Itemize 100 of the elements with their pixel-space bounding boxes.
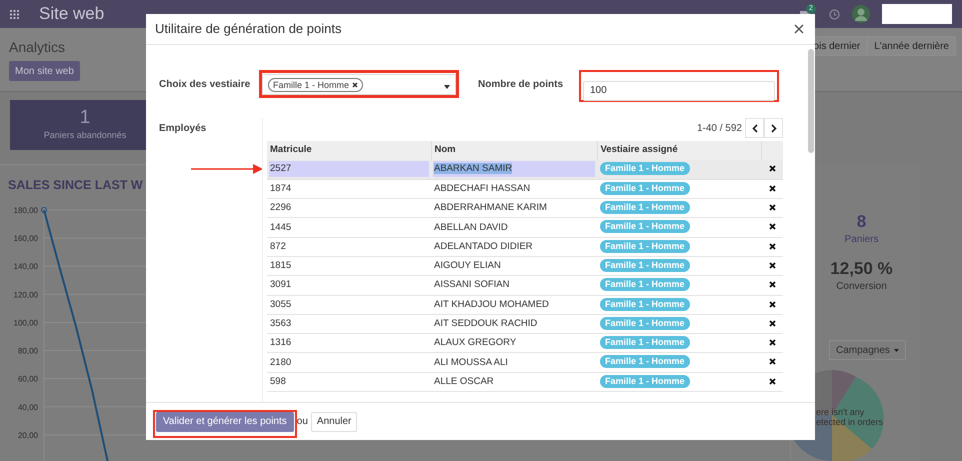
delete-icon[interactable]: [768, 262, 776, 269]
table-row[interactable]: 598 ALLE OSCAR Famille 1 - Homme: [267, 372, 783, 392]
app-title: Site web: [39, 3, 106, 26]
table-row[interactable]: 2527 ABARKAN SAMIR Famille 1 - Homme: [267, 160, 783, 180]
table-cell-text: 1874: [269, 182, 292, 196]
table-cell-text: AISSANI SOFIAN: [433, 278, 510, 292]
avatar-icon[interactable]: [852, 5, 870, 23]
website-button[interactable]: Mon site web: [9, 61, 80, 81]
vestiaire-tag: Famille 1 - Homme: [600, 201, 690, 214]
dialog-title: Utilitaire de génération de points: [155, 20, 342, 38]
axis-tick-label: 160,00: [14, 234, 38, 244]
submit-button[interactable]: Valider et générer les points: [156, 412, 294, 432]
axis-tick-label: 80,00: [18, 346, 38, 356]
axis-tick-label: 20,00: [18, 430, 38, 440]
or-text: ou: [296, 415, 308, 429]
vestiaire-tag: Famille 1 - Homme: [600, 298, 690, 311]
delete-icon[interactable]: [768, 320, 776, 327]
stat-value: 1: [80, 107, 90, 130]
axis-tick-label: 120,00: [14, 290, 38, 300]
previous-button[interactable]: [745, 118, 764, 138]
clock-icon[interactable]: [829, 8, 840, 20]
table-cell: 2527: [269, 161, 429, 178]
caret-icon: [894, 348, 899, 352]
vestiaire-tag: Famille 1 - Homme: [600, 336, 690, 350]
data-point: [41, 207, 47, 213]
summary-label: Paniers: [844, 233, 878, 247]
delete-icon[interactable]: [768, 281, 776, 288]
vestiaire-tag: Famille 1 - Homme: [600, 162, 690, 176]
pie-message: ere isn't any: [816, 407, 866, 417]
axis-tick-label: 140,00: [14, 262, 38, 272]
caret-icon: [444, 84, 450, 88]
table-cell-text: ABDECHAFI HASSAN: [433, 182, 532, 196]
user-name-box: [882, 4, 952, 24]
close-button[interactable]: [792, 22, 806, 36]
chevron-left-icon: [752, 124, 758, 132]
remove-icon[interactable]: [352, 82, 358, 88]
axis-tick-label: 60,00: [18, 374, 38, 384]
table-row[interactable]: 3091 AISSANI SOFIAN Famille 1 - Homme: [267, 276, 783, 296]
table-cell-text: 2296: [269, 201, 292, 216]
table-cell-text: ALI MOUSSA ALI: [433, 356, 509, 370]
table-row[interactable]: 1316 ALAUX GREGORY Famille 1 - Homme: [267, 334, 783, 353]
table-cell: ABARKAN SAMIR: [433, 161, 595, 178]
table-cell-text: 872: [269, 240, 287, 254]
delete-icon[interactable]: [768, 378, 776, 385]
table-cell-text: 1815: [269, 259, 292, 274]
table-cell-text: AIT SEDDOUK RACHID: [433, 317, 538, 332]
delete-icon[interactable]: [768, 358, 776, 366]
table-row[interactable]: 1445 ABELLAN DAVID Famille 1 - Homme: [267, 218, 783, 238]
table-cell-text: AIT KHADJOU MOHAMED: [433, 298, 550, 312]
table-row[interactable]: 1874 ABDECHAFI HASSAN Famille 1 - Homme: [267, 179, 783, 199]
selected-tag[interactable]: Famille 1 - Homme: [268, 78, 364, 92]
table-cell-text: ABDERRAHMANE KARIM: [433, 201, 548, 216]
summary-label: Conversion: [836, 280, 887, 294]
arrow-icon: [191, 164, 263, 174]
vestiaire-tag: Famille 1 - Homme: [600, 278, 690, 292]
table-cell-text: ALAUX GREGORY: [433, 336, 518, 350]
table-cell-text: 3563: [269, 317, 292, 332]
delete-icon[interactable]: [768, 242, 776, 250]
field-label: Choix des vestiaire: [159, 78, 252, 92]
table-cell-text: ADELANTADO DIDIER: [433, 240, 534, 254]
vestiaire-tag: Famille 1 - Homme: [600, 374, 690, 388]
table-row[interactable]: 1815 AIGOUY ELIAN Famille 1 - Homme: [267, 256, 783, 276]
delete-icon[interactable]: [768, 339, 776, 346]
table-row[interactable]: 3563 AIT SEDDOUK RACHID Famille 1 - Homme: [267, 314, 783, 334]
table-row[interactable]: 2296 ABDERRAHMANE KARIM Famille 1 - Homme: [267, 198, 783, 218]
pie-message: etected in orders: [816, 417, 884, 427]
vestiaire-select[interactable]: Famille 1 - Homme: [262, 74, 456, 95]
table-cell-text: 3055: [269, 298, 292, 312]
table-row[interactable]: 872 ADELANTADO DIDIER Famille 1 - Homme: [267, 237, 783, 256]
period-button[interactable]: L'année dernière: [867, 36, 956, 56]
vestiaire-tag: Famille 1 - Homme: [600, 316, 690, 330]
axis-tick-label: 40,00: [18, 402, 38, 412]
stat-label: Paniers abandonnés: [44, 129, 126, 142]
axis-tick-label: 100,00: [14, 318, 38, 328]
page-title: Analytics: [9, 38, 66, 57]
next-button[interactable]: [764, 118, 783, 138]
chart-title: SALES SINCE LAST W: [8, 177, 143, 194]
delete-icon[interactable]: [768, 300, 776, 308]
vestiaire-tag: Famille 1 - Homme: [600, 220, 690, 234]
apps-icon[interactable]: [10, 10, 19, 18]
points-input[interactable]: 100: [583, 80, 775, 100]
delete-icon[interactable]: [768, 165, 776, 172]
table-cell-text: ABELLAN DAVID: [433, 220, 509, 235]
summary-value: 8: [856, 212, 866, 232]
vestiaire-tag: Famille 1 - Homme: [600, 240, 690, 253]
chevron-right-icon: [770, 124, 776, 132]
table-cell-text: ALLE OSCAR: [433, 374, 495, 389]
table-row[interactable]: 2180 ALI MOUSSA ALI Famille 1 - Homme: [267, 352, 783, 372]
table-cell-text: 1316: [269, 336, 292, 350]
table-row[interactable]: 3055 AIT KHADJOU MOHAMED Famille 1 - Homme: [267, 295, 783, 314]
table-cell-text: 3091: [269, 278, 292, 292]
axis-tick-label: 180,00: [14, 206, 38, 215]
delete-icon[interactable]: [768, 204, 776, 212]
vestiaire-tag: Famille 1 - Homme: [600, 182, 690, 195]
table-cell-text: 1445: [269, 220, 292, 235]
delete-icon[interactable]: [768, 184, 776, 192]
vestiaire-tag: Famille 1 - Homme: [600, 259, 690, 272]
field-label: Employés: [159, 122, 206, 136]
cancel-button[interactable]: Annuler: [310, 412, 358, 432]
delete-icon[interactable]: [768, 223, 776, 230]
